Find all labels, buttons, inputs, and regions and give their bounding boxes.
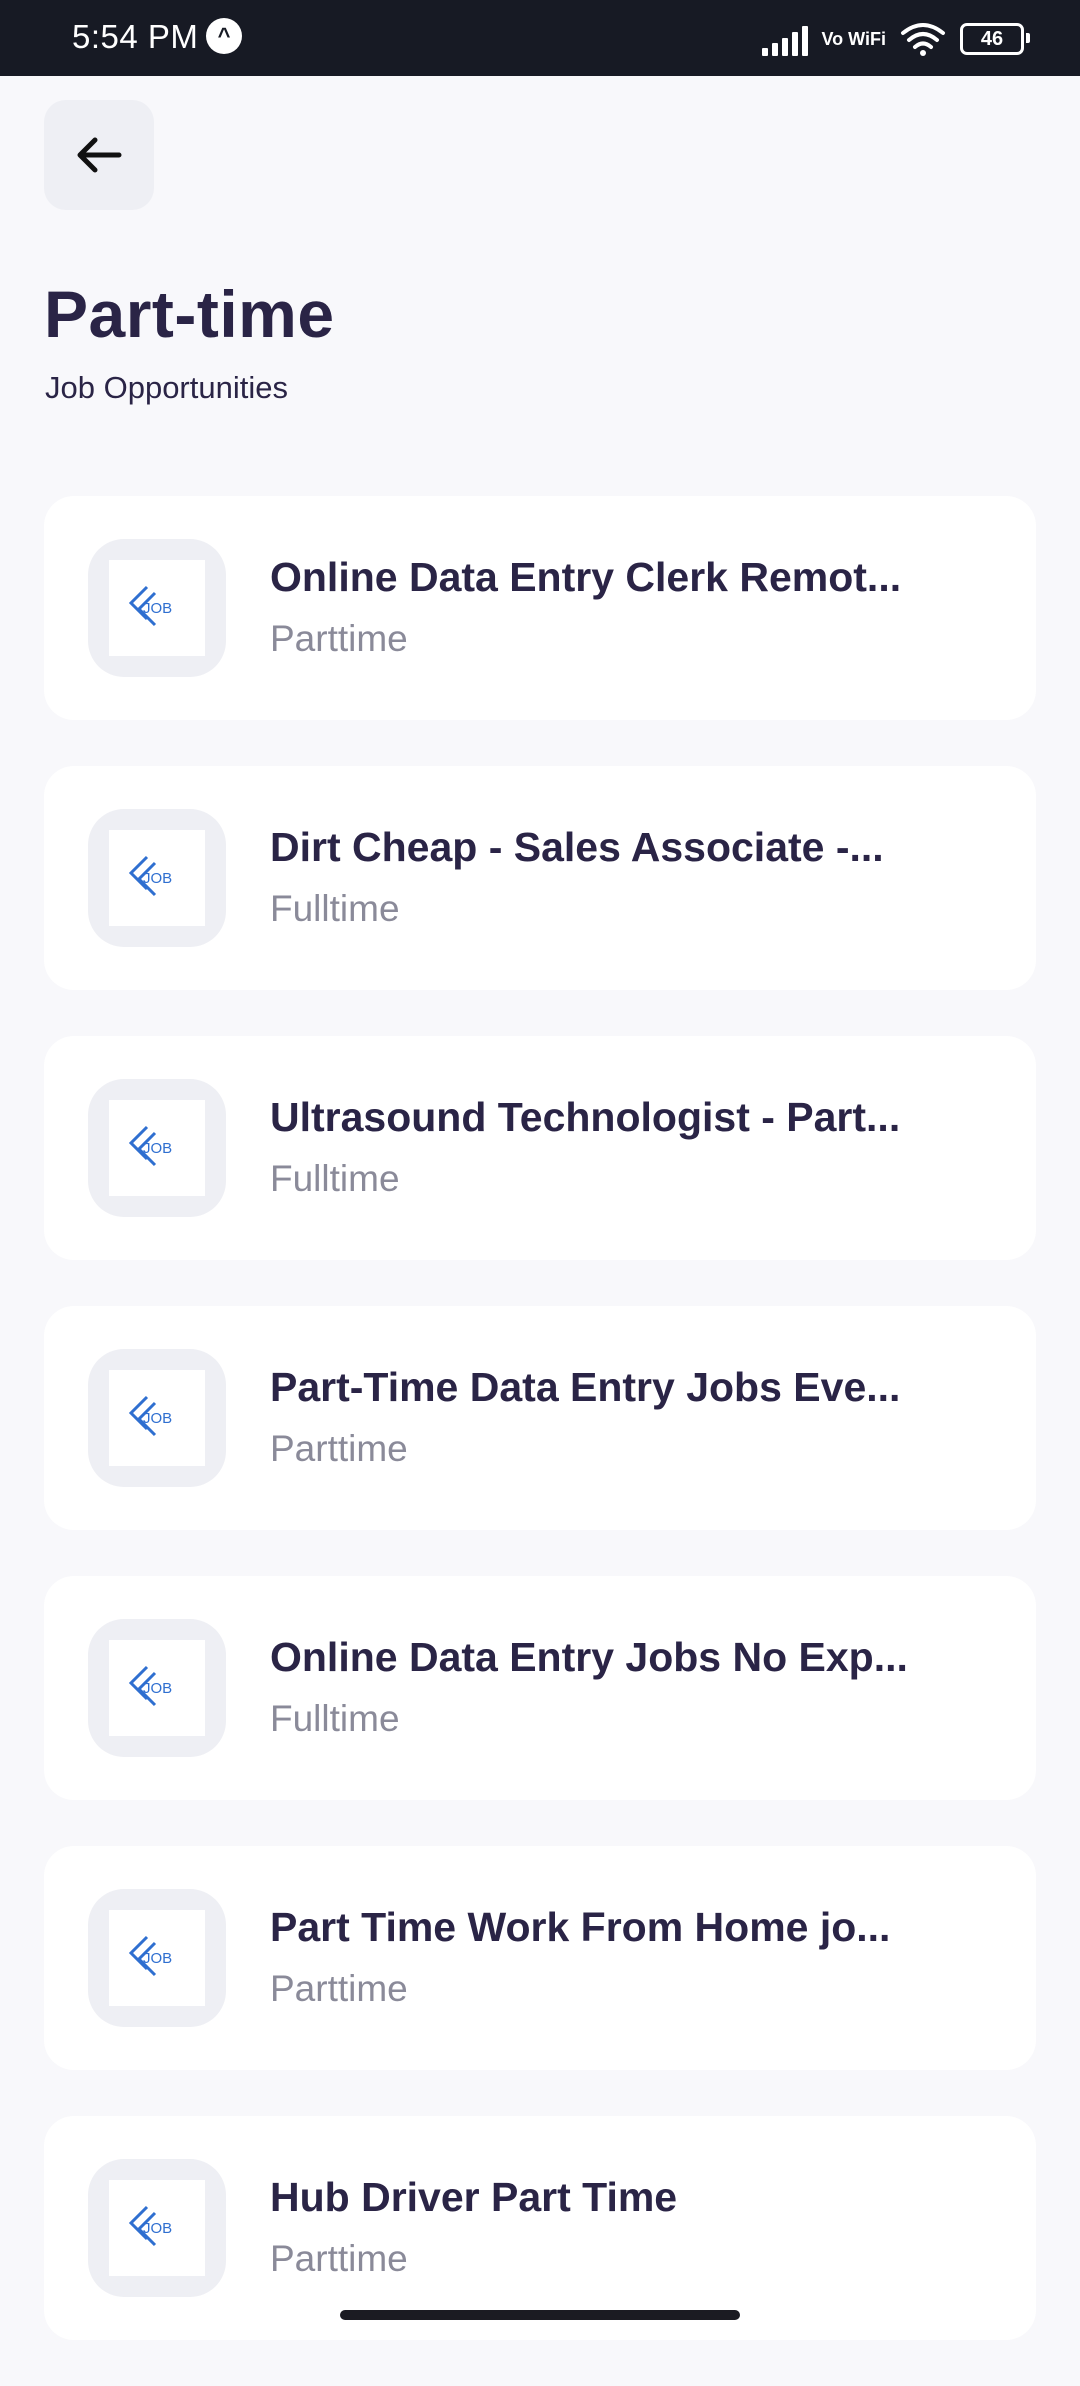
job-logo: JOB	[88, 1889, 226, 2027]
job-title: Part-Time Data Entry Jobs Eve...	[270, 1364, 901, 1410]
job-type: Fulltime	[270, 1158, 400, 1199]
job-card[interactable]: JOB Part-Time Data Entry Jobs Eve... Par…	[44, 1306, 1036, 1530]
job-type: Parttime	[270, 1968, 408, 2009]
battery-level: 46	[980, 27, 1004, 50]
job-title: Hub Driver Part Time	[270, 2174, 678, 2220]
job-card[interactable]: JOB Online Data Entry Clerk Remot... Par…	[44, 496, 1036, 720]
job-card[interactable]: JOB Hub Driver Part Time Parttime	[44, 2116, 1036, 2340]
job-type: Parttime	[270, 1428, 408, 1469]
svg-text:JOB: JOB	[143, 2220, 172, 2237]
job-logo-icon: JOB	[128, 2205, 172, 2247]
app-notification-icon: ^	[206, 18, 242, 54]
job-logo-icon: JOB	[128, 1125, 172, 1167]
job-card[interactable]: JOB Dirt Cheap - Sales Associate -... Fu…	[44, 766, 1036, 990]
svg-text:JOB: JOB	[143, 1680, 172, 1697]
job-logo: JOB	[88, 1349, 226, 1487]
arrow-left-icon	[77, 137, 122, 173]
job-logo-icon: JOB	[128, 1395, 172, 1437]
back-button[interactable]	[44, 100, 154, 210]
job-card[interactable]: JOB Part Time Work From Home jo... Partt…	[44, 1846, 1036, 2070]
vowifi-label: Vo WiFi	[821, 29, 887, 49]
status-time: 5:54 PM	[72, 18, 199, 55]
battery-icon: 46	[960, 23, 1030, 55]
job-logo: JOB	[88, 2159, 226, 2297]
page-title: Part-time	[44, 277, 335, 351]
job-card[interactable]: JOB Ultrasound Technologist - Part... Fu…	[44, 1036, 1036, 1260]
page-subtitle: Job Opportunities	[45, 370, 288, 405]
job-type: Fulltime	[270, 888, 400, 929]
status-bar: 5:54 PM ^ Vo WiFi 46	[0, 0, 1080, 76]
svg-text:JOB: JOB	[143, 870, 172, 887]
wifi-icon	[901, 23, 945, 56]
job-logo: JOB	[88, 809, 226, 947]
job-logo: JOB	[88, 1079, 226, 1217]
job-title: Online Data Entry Jobs No Exp...	[270, 1634, 908, 1680]
job-title: Dirt Cheap - Sales Associate -...	[270, 824, 884, 870]
status-icons: Vo WiFi 46	[761, 16, 1030, 62]
job-title: Ultrasound Technologist - Part...	[270, 1094, 901, 1140]
job-type: Fulltime	[270, 1698, 400, 1739]
svg-text:JOB: JOB	[143, 1950, 172, 1967]
job-title: Part Time Work From Home jo...	[270, 1904, 891, 1950]
job-logo: JOB	[88, 539, 226, 677]
job-logo-icon: JOB	[128, 1665, 172, 1707]
job-type: Parttime	[270, 618, 408, 659]
job-logo: JOB	[88, 1619, 226, 1757]
svg-text:JOB: JOB	[143, 600, 172, 617]
job-title: Online Data Entry Clerk Remot...	[270, 554, 902, 600]
job-card[interactable]: JOB Online Data Entry Jobs No Exp... Ful…	[44, 1576, 1036, 1800]
job-type: Parttime	[270, 2238, 408, 2279]
signal-icon	[761, 22, 808, 56]
job-logo-icon: JOB	[128, 855, 172, 897]
home-indicator[interactable]	[340, 2310, 740, 2320]
svg-text:JOB: JOB	[143, 1140, 172, 1157]
job-list: JOB Online Data Entry Clerk Remot... Par…	[44, 496, 1036, 2386]
job-logo-icon: JOB	[128, 585, 172, 627]
svg-text:JOB: JOB	[143, 1410, 172, 1427]
job-logo-icon: JOB	[128, 1935, 172, 1977]
